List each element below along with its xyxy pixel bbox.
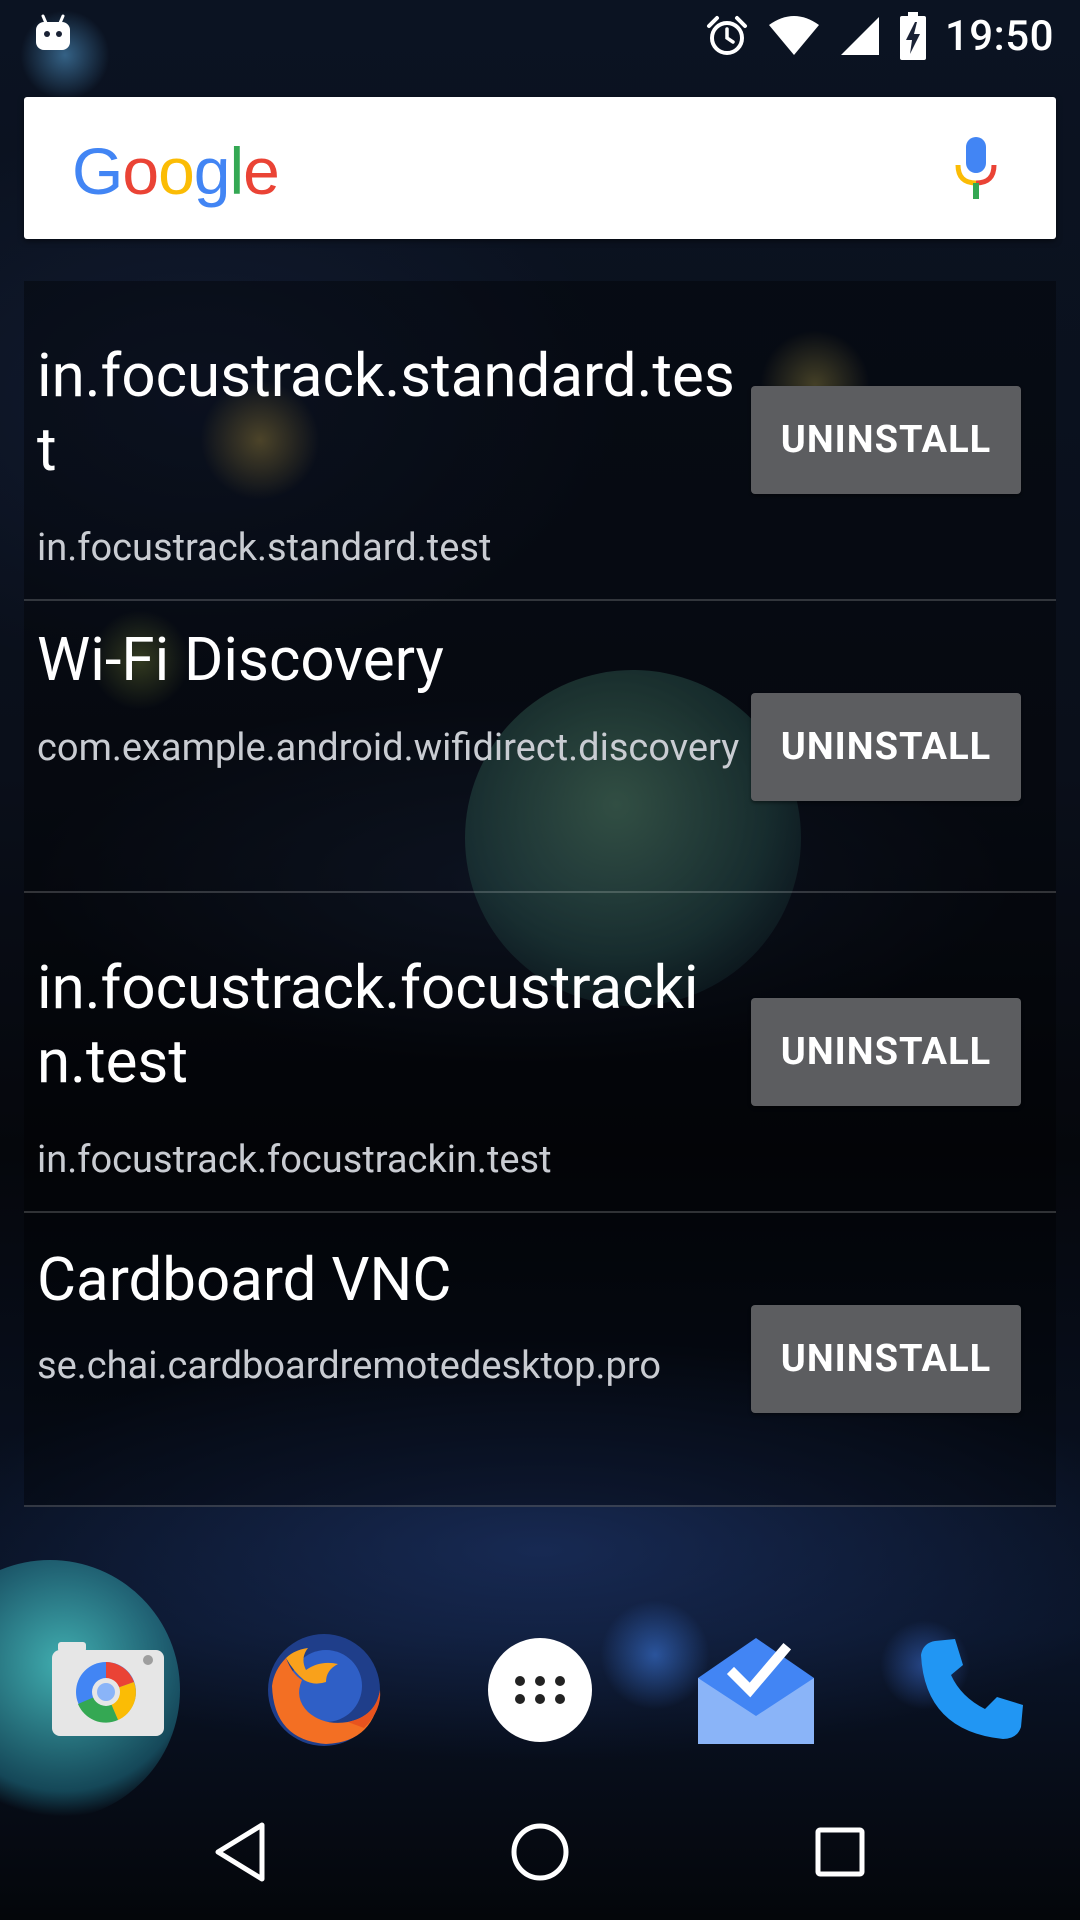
app-name: Cardboard VNC [37, 1244, 452, 1315]
firefox-icon[interactable] [254, 1620, 394, 1760]
uninstall-button[interactable]: UNINSTALL [751, 1305, 1021, 1413]
status-bar: 19:50 [0, 0, 1080, 72]
camera-icon[interactable] [38, 1620, 178, 1760]
battery-charging-icon [899, 12, 927, 60]
app-drawer-icon[interactable] [470, 1620, 610, 1760]
android-notification-icon [34, 14, 72, 52]
phone-icon[interactable] [902, 1620, 1042, 1760]
home-icon[interactable] [490, 1802, 590, 1902]
status-clock: 19:50 [944, 11, 1054, 61]
app-package: se.chai.cardboardremotedesktop.pro [37, 1344, 661, 1388]
inbox-icon[interactable] [686, 1620, 826, 1760]
list-item: in.focustrack.focustrackin.test in.focus… [24, 893, 1056, 1213]
recents-icon[interactable] [790, 1802, 890, 1902]
list-item: Cardboard VNC se.chai.cardboardremotedes… [24, 1213, 1056, 1507]
app-name: in.focustrack.standard.test [37, 340, 735, 485]
uninstall-button[interactable]: UNINSTALL [751, 693, 1021, 801]
app-package: in.focustrack.focustrackin.test [37, 1138, 552, 1182]
signal-icon [839, 15, 881, 57]
uninstall-button[interactable]: UNINSTALL [751, 998, 1021, 1106]
app-name: in.focustrack.focustrackin.test [37, 952, 699, 1097]
app-list: in.focustrack.standard.test in.focustrac… [24, 281, 1056, 1507]
list-item: Wi-Fi Discovery com.example.android.wifi… [24, 601, 1056, 893]
wifi-icon [767, 15, 821, 57]
alarm-icon [705, 14, 749, 58]
dock [0, 1620, 1080, 1760]
back-icon[interactable] [190, 1802, 290, 1902]
app-package: com.example.android.wifidirect.discovery [37, 726, 740, 770]
navigation-bar [0, 1776, 1080, 1920]
google-search-bar[interactable]: Google [24, 97, 1056, 239]
uninstall-button[interactable]: UNINSTALL [751, 386, 1021, 494]
app-package: in.focustrack.standard.test [37, 526, 492, 570]
app-name: Wi-Fi Discovery [37, 624, 444, 695]
list-item: in.focustrack.standard.test in.focustrac… [24, 281, 1056, 601]
mic-icon[interactable] [954, 137, 998, 205]
google-logo: Google [72, 134, 280, 208]
